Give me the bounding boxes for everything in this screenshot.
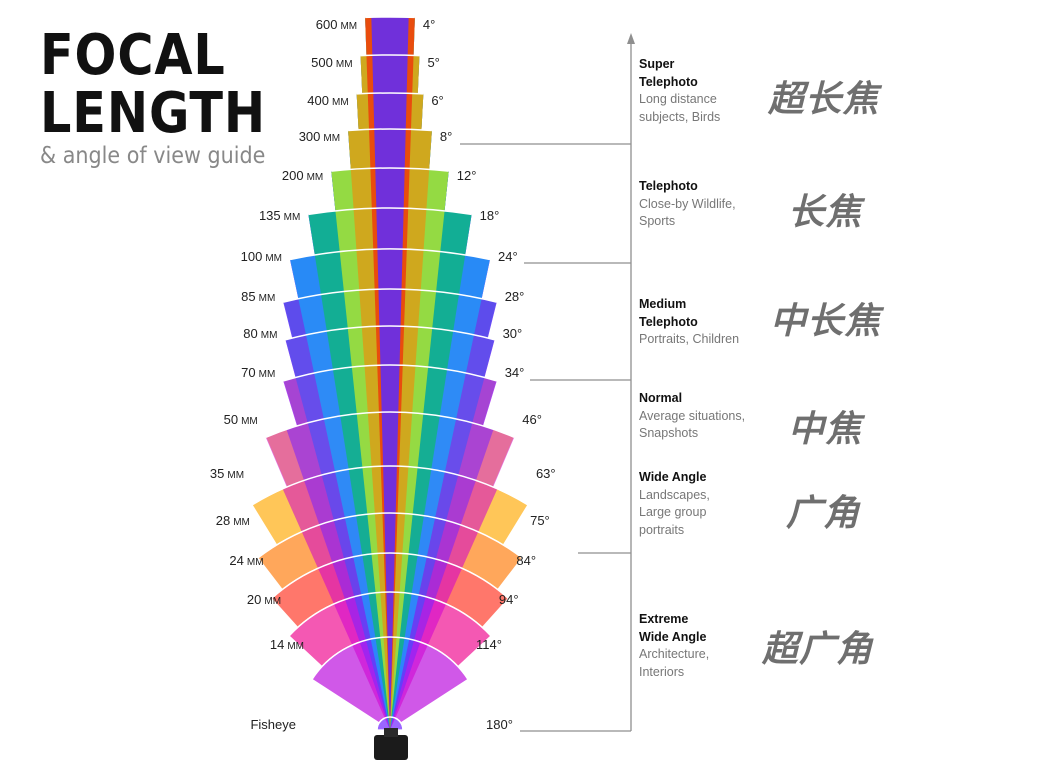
category-title: Wide Angle: [639, 470, 707, 484]
category-description: Snapshots: [639, 426, 699, 440]
category-description: Landscapes,: [639, 487, 710, 502]
category-chinese-label: 长焦: [788, 192, 863, 233]
angle-label: 75°: [530, 513, 550, 528]
category-block: Medium Telephoto Portraits, Children: [639, 296, 769, 349]
focal-length-label: 35 MM: [210, 466, 244, 481]
angle-label: 5°: [427, 55, 439, 70]
focal-length-label: 400 MM: [307, 93, 348, 108]
focal-length-infographic: FOCAL LENGTH & angle of view guide 600 MM…: [0, 0, 1056, 760]
focal-length-label: 24 MM: [229, 553, 263, 568]
angle-label: 18°: [480, 208, 500, 223]
focal-length-label: 200 MM: [282, 168, 323, 183]
focal-length-label: 300 MM: [299, 129, 340, 144]
focal-length-label: 500 MM: [311, 55, 352, 70]
focal-length-label: 600 MM: [316, 17, 357, 32]
angle-label: 28°: [505, 289, 525, 304]
category-chinese-label: 中长焦: [770, 301, 882, 342]
category-title: Telephoto: [639, 314, 698, 329]
band-arc: [360, 54, 420, 57]
angle-label: 8°: [440, 129, 452, 144]
category-description: portraits: [639, 522, 685, 537]
focal-length-label: 85 MM: [241, 289, 275, 304]
category-title: Normal: [639, 391, 683, 405]
angle-label: 114°: [476, 637, 502, 652]
category-title: Wide Angle: [639, 629, 707, 644]
angle-label: 180°: [486, 717, 513, 732]
angle-label: 63°: [536, 466, 556, 481]
band-arc: [356, 92, 424, 95]
angle-label: 6°: [431, 93, 443, 108]
category-title: Super: [639, 57, 675, 71]
focal-length-label: Fisheye: [250, 717, 296, 732]
category-description: Architecture,: [639, 647, 710, 661]
category-description: Large group: [639, 505, 707, 519]
category-title: Medium: [639, 297, 687, 311]
category-block: Super Telephoto Long distance subjects, Bir…: [639, 56, 769, 126]
angle-label: 34°: [505, 365, 525, 380]
focal-length-label: 28 MM: [216, 513, 250, 528]
focal-length-label: 100 MM: [241, 249, 282, 264]
angle-label: 4°: [423, 17, 435, 32]
focal-length-label: 135 MM: [259, 208, 300, 223]
category-chinese-label: 中焦: [788, 409, 863, 450]
category-title: Telephoto: [639, 74, 698, 89]
category-chinese-label: 超长焦: [768, 79, 880, 120]
category-block: Normal Average situations, Snapshots: [639, 390, 769, 443]
category-title: Telephoto: [639, 179, 698, 193]
focal-length-label: 80 MM: [243, 326, 277, 341]
category-description: Close-by Wildlife,: [639, 196, 736, 211]
category-description: Average situations,: [639, 408, 746, 423]
angle-label: 30°: [503, 326, 523, 341]
angle-label: 84°: [516, 553, 536, 568]
angle-label: 94°: [499, 592, 519, 607]
angle-label: 12°: [457, 168, 477, 183]
category-description: Interiors: [639, 664, 685, 679]
category-description: Sports: [639, 214, 676, 228]
category-title: Extreme: [639, 612, 689, 626]
focal-length-label: 70 MM: [241, 365, 275, 380]
category-chinese-label: 广角: [786, 493, 861, 534]
angle-label: 46°: [522, 412, 542, 427]
category-chinese-label: 超广角: [762, 629, 874, 670]
category-block: Extreme Wide Angle Architecture, Interiors: [639, 611, 769, 681]
category-description: subjects, Birds: [639, 109, 721, 124]
angle-of-view-fan: 600 MM 4° 500 MM 5° 400 MM 6° 300 MM 8° 200 MM 12° 135 M…: [210, 16, 635, 760]
category-block: Telephoto Close-by Wildlife, Sports: [639, 178, 769, 231]
category-block: Wide Angle Landscapes, Large group portrait…: [639, 469, 769, 539]
category-description: Portraits, Children: [639, 332, 740, 346]
category-description: Long distance: [639, 92, 717, 106]
angle-label: 24°: [498, 249, 518, 264]
focal-length-label: 50 MM: [224, 412, 258, 427]
camera-icon: [374, 728, 408, 760]
